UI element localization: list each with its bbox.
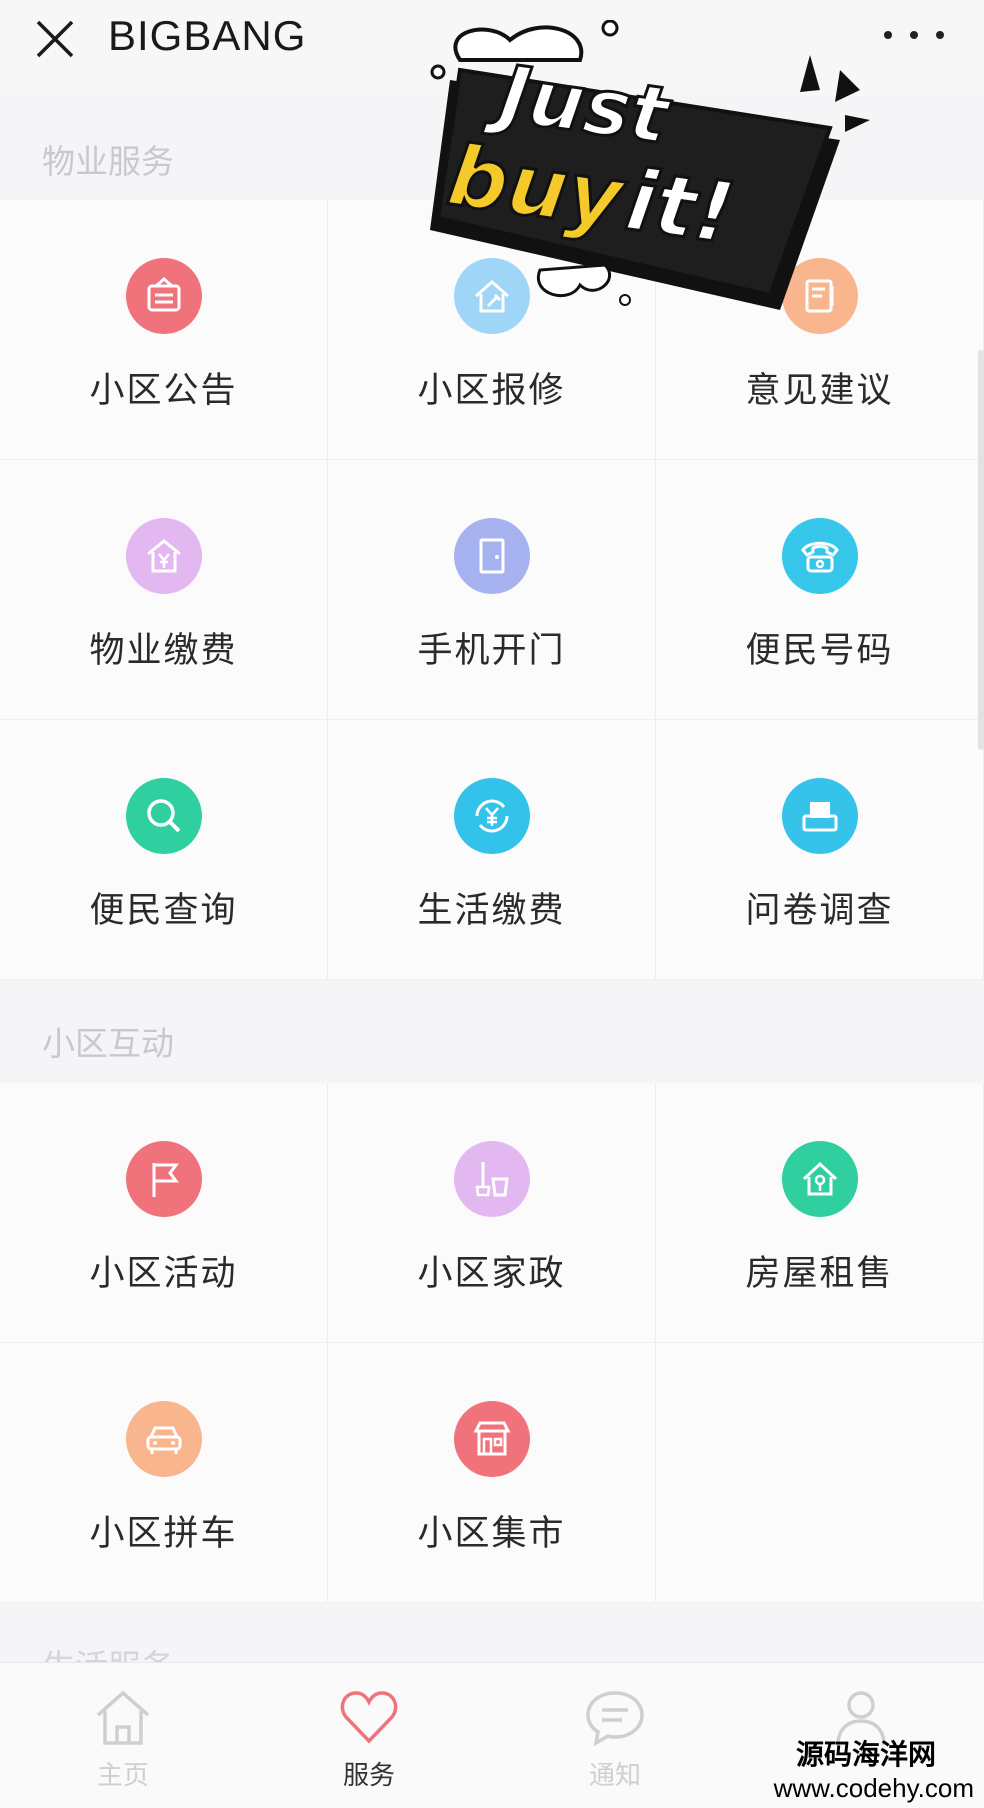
notice-board-icon <box>125 258 202 334</box>
service-item-property-fee[interactable]: 物业缴费 <box>0 460 328 720</box>
shop-icon <box>453 1401 530 1477</box>
watermark-line2: www.codehy.com <box>773 1773 974 1803</box>
more-dot-icon <box>936 31 944 39</box>
service-item-rent-sale[interactable]: 房屋租售 <box>656 1083 984 1343</box>
scroll-edge <box>978 350 984 750</box>
flag-icon <box>125 1141 202 1217</box>
chat-bubble-icon <box>586 1691 644 1747</box>
service-item-mobile-door[interactable]: 手机开门 <box>328 460 656 720</box>
service-item-carpool[interactable]: 小区拼车 <box>0 1343 328 1603</box>
sticker-text-it: it! <box>620 151 740 263</box>
heart-icon <box>340 1691 398 1744</box>
service-label: 小区家政 <box>417 1254 566 1294</box>
service-label: 小区集市 <box>417 1514 566 1554</box>
more-dot-icon <box>884 31 892 39</box>
close-icon <box>36 20 74 58</box>
more-button[interactable] <box>884 20 944 50</box>
tab-notifications[interactable]: 通知 <box>492 1663 738 1808</box>
survey-icon <box>781 778 858 854</box>
home-icon <box>96 1690 150 1745</box>
app-title: BIGBANG <box>108 12 307 59</box>
community-interaction-grid: 小区活动 小区家政 房屋租售 小区拼车 小区集市 <box>0 1083 984 1603</box>
tab-services[interactable]: 服务 <box>246 1663 492 1808</box>
tab-label: 服务 <box>342 1761 395 1791</box>
service-label: 生活缴费 <box>417 891 566 931</box>
service-item-notice[interactable]: 小区公告 <box>0 200 328 460</box>
house-key-icon <box>781 1141 858 1217</box>
service-item-query[interactable]: 便民查询 <box>0 720 328 980</box>
telephone-icon <box>781 518 858 594</box>
service-label: 问卷调查 <box>745 891 894 931</box>
house-yen-icon <box>125 518 202 594</box>
door-icon <box>453 518 530 594</box>
watermark: 源码海洋网 www.codehy.com <box>774 1733 974 1804</box>
service-label: 物业缴费 <box>89 631 238 671</box>
car-icon <box>125 1401 202 1477</box>
service-label: 房屋租售 <box>745 1254 894 1294</box>
more-dot-icon <box>910 31 918 39</box>
empty-cell <box>656 1343 984 1603</box>
tab-home[interactable]: 主页 <box>0 1663 246 1808</box>
service-item-activities[interactable]: 小区活动 <box>0 1083 328 1343</box>
service-label: 小区报修 <box>417 371 566 411</box>
service-item-utility-fee[interactable]: 生活缴费 <box>328 720 656 980</box>
service-label: 小区活动 <box>89 1254 238 1294</box>
mop-bucket-icon <box>453 1141 530 1217</box>
magnifier-icon <box>125 778 202 854</box>
service-item-housekeeping[interactable]: 小区家政 <box>328 1083 656 1343</box>
section-title-community: 小区互动 <box>42 1024 174 1063</box>
tab-label: 主页 <box>96 1761 149 1791</box>
service-label: 小区拼车 <box>89 1514 238 1554</box>
service-label: 意见建议 <box>745 371 894 411</box>
property-services-grid: 小区公告 小区报修 意见建议 物业缴费 手机开门 便民号码 便民查询 生活缴费 … <box>0 200 984 980</box>
service-label: 小区公告 <box>89 371 238 411</box>
service-item-survey[interactable]: 问卷调查 <box>656 720 984 980</box>
close-button[interactable] <box>30 14 80 64</box>
service-label: 手机开门 <box>417 631 566 671</box>
section-title-property: 物业服务 <box>42 142 174 181</box>
service-item-market[interactable]: 小区集市 <box>328 1343 656 1603</box>
service-label: 便民号码 <box>745 631 894 671</box>
watermark-line1: 源码海洋网 <box>795 1739 936 1770</box>
service-item-hotline[interactable]: 便民号码 <box>656 460 984 720</box>
tab-label: 通知 <box>588 1761 641 1791</box>
yen-cycle-icon <box>453 778 530 854</box>
just-buy-it-sticker: Just buy it! <box>430 20 870 310</box>
service-label: 便民查询 <box>89 891 238 931</box>
section-title-life-partial: 生活服务 <box>42 1640 174 1664</box>
